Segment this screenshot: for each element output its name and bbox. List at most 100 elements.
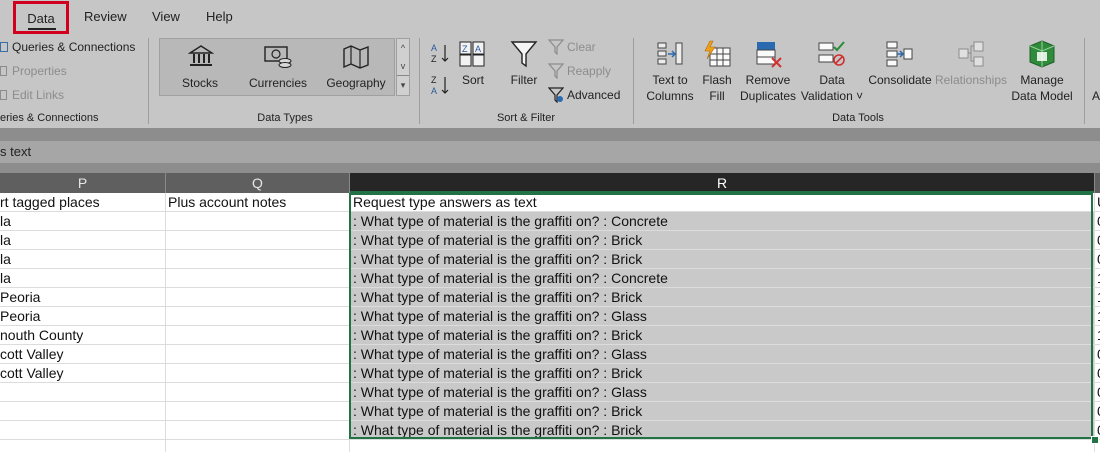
cell-q[interactable] bbox=[168, 231, 348, 250]
manage-data-model-label-2: Data Model bbox=[1011, 89, 1073, 103]
filter-funnel-icon bbox=[510, 41, 538, 68]
cell-q[interactable] bbox=[168, 307, 348, 326]
geography-label: Geography bbox=[326, 76, 386, 90]
svg-text:Z: Z bbox=[431, 75, 437, 85]
cell-q[interactable] bbox=[168, 212, 348, 231]
data-model-icon bbox=[1029, 40, 1055, 68]
flash-fill-label-1: Flash bbox=[702, 73, 732, 87]
svg-text:Z: Z bbox=[462, 44, 468, 54]
clear-filter-button[interactable]: Clear bbox=[548, 38, 596, 56]
cell-p[interactable] bbox=[0, 402, 164, 421]
sort-az-icon: A Z bbox=[431, 43, 449, 64]
sort-button[interactable]: Z A Sort bbox=[456, 40, 490, 94]
properties-icon bbox=[0, 66, 7, 76]
svg-text:A: A bbox=[431, 86, 437, 96]
scroll-down-icon[interactable]: v bbox=[397, 57, 409, 75]
column-divider bbox=[1094, 173, 1095, 193]
relationships-button[interactable]: Relationships bbox=[934, 40, 1008, 106]
sort-descending-button[interactable]: Z A bbox=[430, 74, 452, 96]
column-header-r[interactable]: R bbox=[350, 173, 1094, 193]
column-header-p[interactable]: P bbox=[0, 173, 165, 193]
filter-button[interactable]: Filter bbox=[504, 40, 544, 94]
cell-p[interactable]: la bbox=[0, 269, 164, 288]
group-separator bbox=[1084, 38, 1085, 124]
cell-p[interactable]: cott Valley bbox=[0, 345, 164, 364]
cell-p[interactable]: la bbox=[0, 250, 164, 269]
advanced-label: Advanced bbox=[567, 88, 621, 102]
consolidate-label: Consolidate bbox=[868, 73, 932, 87]
tab-view[interactable]: View bbox=[152, 0, 180, 34]
cell-p-header[interactable]: rt tagged places bbox=[0, 193, 164, 212]
text-to-columns-button[interactable]: Text to Columns bbox=[642, 40, 698, 106]
flash-fill-icon bbox=[704, 40, 731, 67]
edit-links-label: Edit Links bbox=[12, 88, 65, 102]
stocks-button[interactable]: Stocks bbox=[170, 40, 230, 94]
cell-q[interactable] bbox=[168, 326, 348, 345]
gallery-scroll[interactable]: ^ v ▾ bbox=[396, 38, 410, 96]
column-gridline bbox=[165, 193, 166, 452]
formula-text: s text bbox=[0, 144, 32, 159]
cell-q[interactable] bbox=[168, 402, 348, 421]
manage-data-model-button[interactable]: Manage Data Model bbox=[1008, 40, 1076, 106]
sort-label: Sort bbox=[461, 73, 484, 87]
cell-p[interactable]: cott Valley bbox=[0, 364, 164, 383]
consolidate-button[interactable]: Consolidate bbox=[866, 40, 934, 106]
flash-fill-button[interactable]: Flash Fill bbox=[698, 40, 736, 106]
currencies-icon bbox=[264, 46, 292, 68]
cell-q[interactable] bbox=[168, 364, 348, 383]
flash-fill-label-2: Fill bbox=[709, 89, 725, 103]
clear-label: Clear bbox=[567, 40, 596, 54]
cell-p[interactable]: Peoria bbox=[0, 307, 164, 326]
currencies-button[interactable]: Currencies bbox=[245, 40, 311, 94]
queries-connections-button[interactable]: Queries & Connections bbox=[0, 38, 135, 56]
column-header-q[interactable]: Q bbox=[166, 173, 349, 193]
remove-duplicates-button[interactable]: Remove Duplicates bbox=[739, 40, 797, 106]
geography-icon bbox=[343, 45, 369, 69]
cell-p[interactable]: la bbox=[0, 212, 164, 231]
cell-p[interactable] bbox=[0, 383, 164, 402]
edit-links-button[interactable]: Edit Links bbox=[0, 86, 64, 104]
reapply-button[interactable]: Reapply bbox=[548, 62, 611, 80]
data-validation-label-2: Validation ˅ bbox=[800, 89, 864, 103]
scroll-up-icon[interactable]: ^ bbox=[397, 39, 409, 57]
forecast-cutoff-label: A bbox=[1092, 89, 1100, 103]
cell-q[interactable] bbox=[168, 250, 348, 269]
stocks-icon bbox=[188, 45, 214, 66]
geography-button[interactable]: Geography bbox=[324, 40, 388, 94]
column-gridline bbox=[1094, 193, 1095, 452]
cell-q-header[interactable]: Plus account notes bbox=[168, 193, 348, 212]
cell-p[interactable]: la bbox=[0, 231, 164, 250]
manage-data-model-label-1: Manage bbox=[1020, 73, 1064, 87]
sort-ascending-button[interactable]: A Z bbox=[430, 42, 452, 64]
cell-q[interactable] bbox=[168, 288, 348, 307]
remove-duplicates-label-1: Remove bbox=[745, 73, 791, 87]
cell-q[interactable] bbox=[168, 421, 348, 440]
text-to-columns-icon bbox=[657, 42, 683, 65]
queries-icon bbox=[0, 42, 8, 52]
properties-button[interactable]: Properties bbox=[0, 62, 67, 80]
ribbon-separator bbox=[0, 128, 1100, 141]
consolidate-icon bbox=[886, 41, 913, 67]
remove-duplicates-icon bbox=[756, 42, 782, 68]
currencies-label: Currencies bbox=[248, 76, 308, 90]
sort-icon: Z A bbox=[459, 41, 485, 67]
tab-help[interactable]: Help bbox=[206, 0, 233, 34]
text-to-columns-label-2: Columns bbox=[646, 89, 694, 103]
cell-q[interactable] bbox=[168, 383, 348, 402]
svg-text:Z: Z bbox=[431, 54, 437, 64]
formula-separator bbox=[0, 163, 1100, 173]
queries-group-label: eries & Connections bbox=[0, 112, 99, 124]
formula-bar[interactable]: s text bbox=[0, 141, 1100, 163]
cell-q[interactable] bbox=[168, 269, 348, 288]
cell-p[interactable] bbox=[0, 421, 164, 440]
cell-p[interactable]: nouth County bbox=[0, 326, 164, 345]
cell-p[interactable]: Peoria bbox=[0, 288, 164, 307]
relationships-label: Relationships bbox=[934, 73, 1008, 87]
tab-review[interactable]: Review bbox=[84, 0, 127, 34]
fill-handle[interactable] bbox=[1091, 436, 1099, 444]
advanced-filter-button[interactable]: Advanced bbox=[548, 86, 620, 104]
cell-q[interactable] bbox=[168, 345, 348, 364]
gallery-expand-icon[interactable]: ▾ bbox=[397, 75, 409, 94]
relationships-icon bbox=[958, 41, 984, 67]
data-validation-button[interactable]: Data Validation ˅ bbox=[800, 40, 864, 106]
